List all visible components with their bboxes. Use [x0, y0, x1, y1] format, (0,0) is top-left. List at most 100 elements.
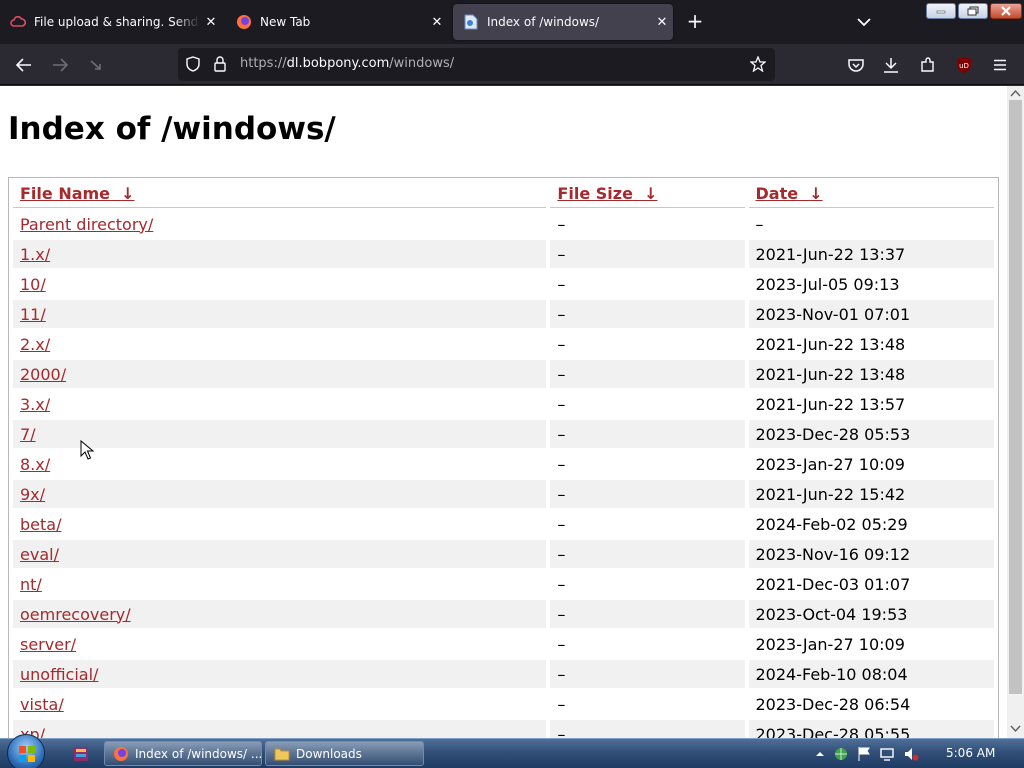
- tab-strip: File upload & sharing. Send large files …: [0, 0, 1024, 44]
- file-size-cell: –: [550, 660, 745, 688]
- file-size-cell: –: [550, 360, 745, 388]
- sort-arrow-icon: ↓: [121, 184, 135, 203]
- date-cell: 2024-Feb-10 08:04: [748, 660, 994, 688]
- puzzle-icon: [921, 57, 934, 72]
- svg-text:uD: uD: [959, 62, 969, 70]
- date-cell: 2024-Feb-02 05:29: [755, 514, 908, 534]
- sort-by-size-link[interactable]: File Size ↓: [557, 184, 657, 203]
- close-tab-icon[interactable]: ✕: [651, 15, 673, 30]
- directory-link[interactable]: vista/: [20, 695, 64, 714]
- windows-logo-icon: [19, 746, 35, 762]
- action-center-flag-icon[interactable]: [857, 746, 871, 762]
- close-window-button[interactable]: [990, 3, 1022, 19]
- ublock-origin-button[interactable]: uD: [951, 52, 977, 78]
- close-tab-icon[interactable]: ✕: [200, 15, 222, 30]
- forward-button[interactable]: [47, 52, 73, 78]
- file-name-cell: 2000/: [13, 360, 547, 388]
- show-hidden-icons-icon[interactable]: [815, 750, 825, 758]
- reload-icon: [90, 60, 101, 70]
- file-size-cell: –: [557, 274, 566, 294]
- scroll-down-icon[interactable]: [1010, 724, 1021, 734]
- restore-icon: [967, 6, 979, 16]
- tab-index-windows[interactable]: Index of /windows/ ✕: [453, 4, 673, 40]
- table-row: Parent directory/ – –: [13, 210, 994, 238]
- directory-link[interactable]: 2000/: [20, 365, 66, 384]
- taskbar-downloads-window[interactable]: Downloads: [265, 741, 424, 766]
- directory-link[interactable]: oemrecovery/: [20, 605, 131, 624]
- date-cell: 2023-Dec-28 06:54: [755, 694, 911, 714]
- sort-by-name-link[interactable]: File Name ↓: [20, 184, 135, 203]
- file-size-cell: –: [550, 540, 745, 568]
- table-row: 1.x/ –2021-Jun-22 13:37: [13, 240, 994, 268]
- tab-new-tab[interactable]: New Tab ✕: [226, 4, 448, 40]
- shield-icon[interactable]: [186, 56, 200, 76]
- directory-link[interactable]: nt/: [20, 575, 42, 594]
- page-title: Index of /windows/: [8, 111, 336, 147]
- taskbar-firefox-window[interactable]: Index of /windows/ ...: [104, 741, 262, 766]
- plus-icon: +: [686, 9, 704, 33]
- directory-listing-table: File Name ↓ File Size ↓ Date ↓ Parent di…: [8, 177, 999, 738]
- firefox-icon: [236, 14, 252, 30]
- address-bar[interactable]: https://dl.bobpony.com/windows/: [178, 48, 775, 81]
- file-size-cell: –: [557, 574, 566, 594]
- list-all-tabs-button[interactable]: [852, 10, 876, 34]
- hamburger-menu-icon: [994, 59, 1006, 71]
- extensions-button[interactable]: [915, 52, 941, 78]
- file-size-cell: –: [557, 214, 566, 234]
- network-globe-icon[interactable]: [833, 746, 849, 762]
- directory-link[interactable]: 10/: [20, 275, 46, 294]
- close-tab-icon[interactable]: ✕: [426, 15, 448, 30]
- date-cell: 2021-Jun-22 13:37: [748, 240, 994, 268]
- directory-link[interactable]: 3.x/: [20, 395, 50, 414]
- sort-by-date-link[interactable]: Date ↓: [756, 184, 823, 203]
- pocket-button[interactable]: [843, 52, 869, 78]
- directory-link[interactable]: unofficial/: [20, 665, 98, 684]
- network-monitor-icon[interactable]: [879, 746, 895, 762]
- table-row: oemrecovery/ –2023-Oct-04 19:53: [13, 600, 994, 628]
- minimize-window-button[interactable]: [926, 3, 956, 19]
- start-button[interactable]: [7, 734, 45, 768]
- file-name-cell: vista/: [13, 690, 546, 718]
- volume-muted-icon[interactable]: [903, 746, 919, 762]
- file-name-cell: 1.x/: [13, 240, 547, 268]
- directory-link[interactable]: 9x/: [20, 485, 45, 504]
- bookmark-star-icon[interactable]: [749, 55, 767, 76]
- directory-link[interactable]: Parent directory/: [20, 215, 153, 234]
- directory-link[interactable]: 8.x/: [20, 455, 50, 474]
- directory-link[interactable]: 2.x/: [20, 335, 50, 354]
- new-tab-button[interactable]: +: [683, 10, 707, 34]
- winrar-icon: [74, 746, 88, 761]
- back-button[interactable]: [11, 52, 37, 78]
- scrollbar-thumb[interactable]: [1009, 100, 1022, 694]
- table-row: 3.x/ – 2021-Jun-22 13:57: [13, 390, 994, 418]
- vertical-scrollbar[interactable]: [1007, 86, 1024, 738]
- file-name-cell: oemrecovery/: [13, 600, 547, 628]
- reload-button[interactable]: [83, 52, 109, 78]
- table-row: 2000/ –2021-Jun-22 13:48: [13, 360, 994, 388]
- directory-link[interactable]: beta/: [20, 515, 61, 534]
- directory-link[interactable]: 1.x/: [20, 245, 50, 264]
- menu-button[interactable]: [987, 52, 1013, 78]
- lock-icon[interactable]: [214, 56, 226, 76]
- table-row: eval/ –2023-Nov-16 09:12: [13, 540, 994, 568]
- file-name-cell: eval/: [13, 540, 547, 568]
- table-row: 11/ –2023-Nov-01 07:01: [13, 300, 994, 328]
- url-text[interactable]: https://dl.bobpony.com/windows/: [240, 56, 454, 71]
- directory-link[interactable]: eval/: [20, 545, 59, 564]
- date-cell: 2021-Jun-22 13:48: [755, 334, 906, 354]
- taskbar-clock[interactable]: 5:06 AM: [946, 746, 995, 760]
- taskbar-pinned-app[interactable]: [66, 741, 96, 766]
- download-icon: [884, 58, 898, 73]
- downloads-button[interactable]: [878, 52, 904, 78]
- table-row: 8.x/ – 2023-Jan-27 10:09: [13, 450, 994, 478]
- directory-link[interactable]: 11/: [20, 305, 46, 324]
- directory-link[interactable]: server/: [20, 635, 76, 654]
- date-cell: 2023-Jul-05 09:13: [755, 274, 900, 294]
- restore-window-button[interactable]: [958, 3, 988, 19]
- scroll-up-icon[interactable]: [1010, 88, 1021, 98]
- file-size-cell: –: [550, 600, 745, 628]
- table-row: beta/ – 2024-Feb-02 05:29: [13, 510, 994, 538]
- file-size-cell: –: [557, 634, 566, 654]
- tab-file-upload[interactable]: File upload & sharing. Send large files …: [0, 4, 222, 40]
- directory-link[interactable]: 7/: [20, 425, 36, 444]
